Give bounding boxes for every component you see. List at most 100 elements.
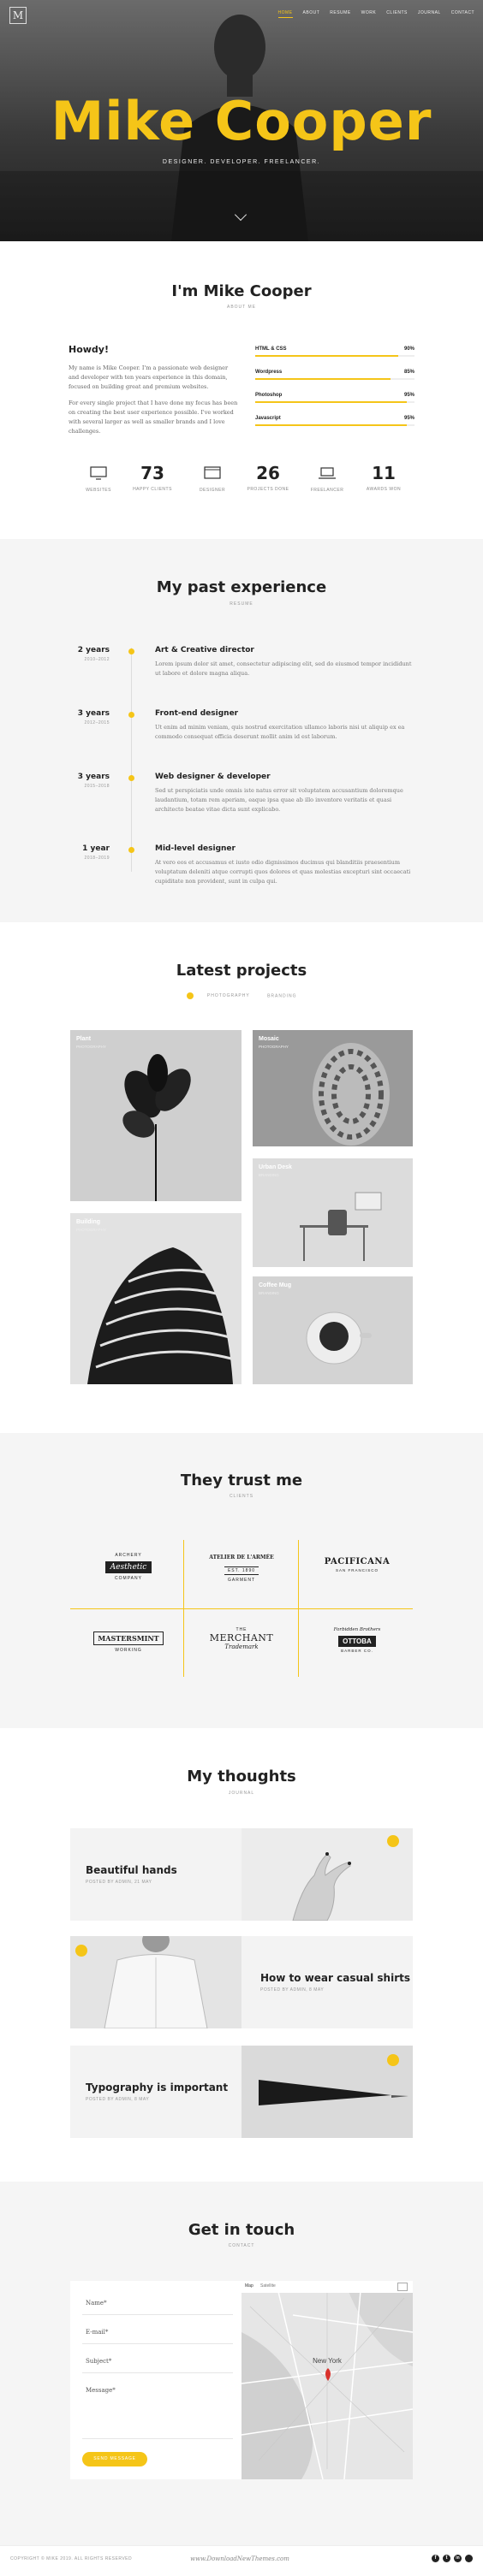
stat-number: 73 <box>140 463 164 483</box>
stat-freelancer: FREELANCER <box>301 466 353 493</box>
stat-label: HAPPY CLIENTS <box>133 487 172 492</box>
brand-top: Forbidden Brothers <box>333 1627 381 1632</box>
instagram-icon[interactable] <box>465 2555 473 2562</box>
laptop-icon <box>319 467 336 479</box>
project-card-building[interactable]: Building PHOTOGRAPHY <box>70 1213 242 1384</box>
timeline-dot <box>128 648 134 654</box>
map-city-label: New York <box>313 2357 343 2365</box>
brand-bottom: GARMENT <box>228 1578 255 1583</box>
about-paragraph-2: For every single project that I have don… <box>69 400 238 435</box>
client-logo-ottoba[interactable]: Forbidden Brothers OTTOBA BARBER CO. <box>313 1627 402 1653</box>
filter-all-dot[interactable] <box>186 992 194 999</box>
timeline-role: Mid-level designer <box>155 844 236 853</box>
about-paragraph-1: My name is Mike Cooper. I'm a passionate… <box>69 364 229 390</box>
message-field[interactable]: Message* <box>86 2387 116 2394</box>
project-card-coffee-mug[interactable]: Coffee Mug BRANDING <box>253 1276 413 1384</box>
timeline-dates: 2018–2019 <box>84 856 110 861</box>
stat-label: DESIGNER <box>199 488 226 493</box>
timeline-role: Art & Creative director <box>155 646 254 654</box>
skill-item: Wordpress 85% <box>255 370 414 380</box>
journal-post[interactable]: Typography is important POSTED BY ADMIN,… <box>70 2046 413 2138</box>
project-title: Building <box>76 1219 100 1225</box>
post-date: POSTED BY ADMIN, 21 MAY <box>86 1880 152 1885</box>
timeline-text: At vero eos et accusamus et iusto odio d… <box>155 859 411 885</box>
project-card-mosaic[interactable]: Mosaic PHOTOGRAPHY <box>253 1030 413 1146</box>
nav-about[interactable]: ABOUT <box>303 10 320 18</box>
client-logo-merchant[interactable]: THE MERCHANT Trademark <box>197 1627 286 1650</box>
timeline-entry: Art & Creative director Lorem ipsum dolo… <box>155 646 412 678</box>
stat-designer: DESIGNER <box>187 466 238 493</box>
timeline-line <box>131 648 132 872</box>
nav-clients[interactable]: CLIENTS <box>386 10 408 18</box>
map-tab-map[interactable]: Map <box>245 2283 253 2289</box>
timeline-entry: Web designer & developer Sed ut perspici… <box>155 773 412 814</box>
site-logo[interactable]: M <box>9 7 27 24</box>
stat-websites: WEBSITES <box>73 466 124 493</box>
brand-main: Aesthetic <box>104 1561 152 1573</box>
building-image <box>87 1247 233 1384</box>
hero-name: Mike Cooper <box>51 90 432 152</box>
map-graphic: New York <box>242 2281 413 2479</box>
timeline-date: 1 year 2018–2019 <box>69 844 110 861</box>
skill-bar-fill <box>255 355 399 357</box>
contact-form <box>70 2281 242 2479</box>
facebook-icon[interactable]: f <box>432 2555 439 2562</box>
journal-post[interactable]: Beautiful hands POSTED BY ADMIN, 21 MAY <box>70 1828 413 1921</box>
nav-home[interactable]: HOME <box>277 10 293 18</box>
about-title: I'm Mike Cooper <box>171 282 312 300</box>
skill-name: Javascript <box>255 416 281 421</box>
client-logo-archery[interactable]: ARCHERY Aesthetic COMPANY <box>86 1553 171 1581</box>
nav-resume[interactable]: RESUME <box>330 10 350 18</box>
timeline-dot <box>128 775 134 781</box>
timeline-years: 1 year <box>82 844 110 853</box>
skill-name: HTML & CSS <box>255 346 287 352</box>
name-field[interactable]: Name* <box>86 2300 107 2307</box>
skill-item: Photoshop 95% <box>255 393 414 403</box>
client-logo-pacificana[interactable]: PACIFICANA SAN FRANCISCO <box>313 1557 402 1572</box>
post-accent-dot <box>387 2054 399 2066</box>
project-title: Mosaic <box>259 1036 279 1042</box>
post-meta: Beautiful hands POSTED BY ADMIN, 21 MAY <box>86 1864 177 1885</box>
hero-tagline: DESIGNER. DEVELOPER. FREELANCER. <box>162 159 321 165</box>
message-field-underline <box>82 2438 233 2439</box>
timeline-date: 3 years 2012–2015 <box>69 709 110 725</box>
nav-journal[interactable]: JOURNAL <box>418 10 441 18</box>
brand-bottom: WORKING <box>115 1648 142 1653</box>
journal-post[interactable]: How to wear casual shirts POSTED BY ADMI… <box>70 1936 413 2028</box>
subject-field-underline <box>82 2372 233 2373</box>
client-logo-mastersmint[interactable]: MASTERSMINT WORKING <box>86 1630 171 1653</box>
nav-contact[interactable]: CONTACT <box>451 10 474 18</box>
linkedin-icon[interactable]: in <box>454 2555 462 2562</box>
subject-field[interactable]: Subject* <box>86 2358 111 2365</box>
stat-label: FREELANCER <box>310 488 344 493</box>
shirt-image <box>70 1936 242 2028</box>
timeline-years: 3 years <box>77 773 110 781</box>
skill-bar-fill <box>255 424 407 426</box>
nav-work[interactable]: WORK <box>361 10 377 18</box>
stat-number: 11 <box>372 463 396 483</box>
map-fullscreen-icon[interactable] <box>397 2283 408 2291</box>
email-field[interactable]: E-mail* <box>86 2329 108 2336</box>
filter-photography[interactable]: PHOTOGRAPHY <box>207 993 250 998</box>
client-logo-atelier[interactable]: ATELIER DE L'ARMÉE EST. 1890 GARMENT <box>197 1554 286 1583</box>
brand-bottom: COMPANY <box>115 1576 142 1581</box>
filter-branding[interactable]: BRANDING <box>267 993 296 998</box>
project-card-plant[interactable]: Plant PHOTOGRAPHY <box>70 1030 242 1201</box>
map-tab-satellite[interactable]: Satellite <box>260 2283 276 2289</box>
project-card-urban-desk[interactable]: Urban Desk BRANDING <box>253 1158 413 1267</box>
timeline-years: 3 years <box>77 709 110 718</box>
name-field-underline <box>82 2314 233 2315</box>
stat-label: WEBSITES <box>86 488 111 493</box>
contact-map[interactable]: New York Map Satellite <box>242 2281 413 2479</box>
monitor-icon <box>90 466 107 480</box>
timeline-text: Sed ut perspiciatis unde omnis iste natu… <box>155 787 403 813</box>
post-date: POSTED BY ADMIN, 8 MAY <box>260 1987 325 1993</box>
send-message-button[interactable]: SEND MESSAGE <box>82 2452 147 2466</box>
timeline-dates: 2010–2012 <box>84 657 110 662</box>
timeline-dot <box>128 712 134 718</box>
skill-percent: 85% <box>403 370 414 375</box>
brand-top: ARCHERY <box>115 1553 142 1558</box>
twitter-icon[interactable]: t <box>443 2555 450 2562</box>
brand-bottom: SAN FRANCISCO <box>335 1568 379 1572</box>
about-subtitle: ABOUT ME <box>226 305 257 310</box>
